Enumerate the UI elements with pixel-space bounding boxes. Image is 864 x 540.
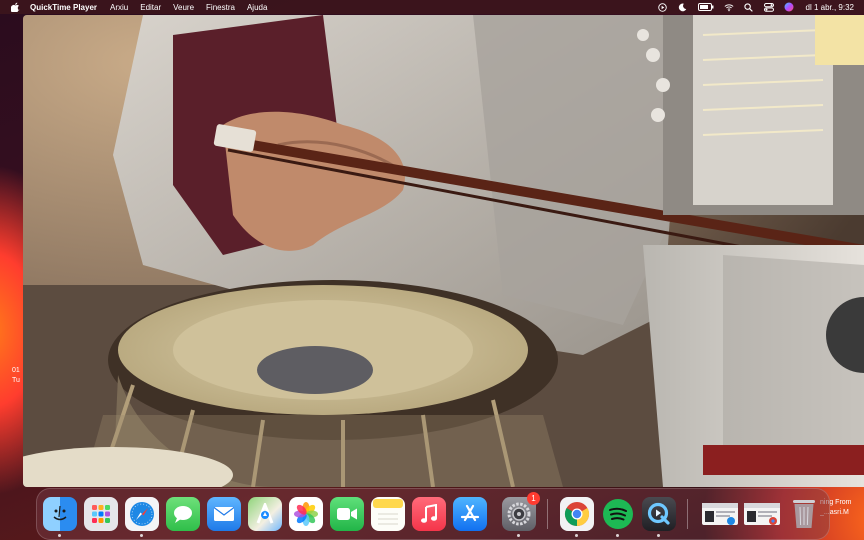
running-indicator: [657, 534, 660, 537]
minimized-window-icon: [744, 503, 780, 525]
running-indicator: [517, 534, 520, 537]
dock-mail[interactable]: [207, 497, 241, 531]
quicktime-icon: [647, 502, 670, 525]
notes-icon: [373, 499, 403, 525]
dock-facetime[interactable]: [330, 497, 364, 531]
desktop-widget-text: 01 Tu: [12, 366, 20, 386]
system-settings-icon: [507, 502, 531, 526]
finder-icon: [53, 505, 67, 521]
siri-icon[interactable]: [784, 2, 794, 12]
dock-quicktime[interactable]: [642, 497, 676, 537]
maps-icon: [256, 503, 274, 524]
safari-icon: [130, 502, 154, 526]
launchpad-icon: [92, 505, 110, 523]
dock-photos[interactable]: [289, 497, 323, 531]
dock-messages[interactable]: [166, 497, 200, 531]
dock-trash[interactable]: [787, 497, 821, 531]
dock-app-store[interactable]: [453, 497, 487, 531]
moon-icon[interactable]: [678, 2, 688, 12]
facetime-icon: [337, 508, 357, 520]
wifi-icon[interactable]: [724, 2, 734, 12]
chrome-icon: [564, 502, 590, 526]
running-indicator: [58, 534, 61, 537]
play-circle-icon[interactable]: [658, 2, 668, 12]
running-indicator: [140, 534, 143, 537]
menu-bar: QuickTime Player Arxiu Editar Veure Fine…: [0, 0, 864, 14]
dock-separator: [547, 499, 548, 529]
battery-icon[interactable]: [697, 2, 714, 12]
dock-spotify[interactable]: [601, 497, 635, 537]
dock-safari[interactable]: [125, 497, 159, 537]
dock-finder[interactable]: [43, 497, 77, 537]
dock-minimized-window-1[interactable]: [701, 497, 739, 531]
status-area: dl 1 abr., 9:32: [658, 0, 854, 14]
dock-maps[interactable]: [248, 497, 282, 531]
notification-badge: 1: [527, 492, 540, 505]
apple-menu-icon[interactable]: [10, 2, 20, 12]
trash-icon: [793, 500, 815, 528]
menu-editar[interactable]: Editar: [140, 3, 161, 12]
dock: 1: [36, 488, 830, 540]
dock-notes[interactable]: [371, 497, 405, 531]
control-center-icon[interactable]: [763, 2, 774, 12]
search-icon[interactable]: [744, 2, 754, 12]
menu-finestra[interactable]: Finestra: [206, 3, 235, 12]
dock-system-settings[interactable]: 1: [502, 492, 540, 537]
messages-icon: [174, 506, 192, 523]
dock-minimized-window-2[interactable]: [743, 497, 781, 531]
spotify-icon: [603, 499, 633, 529]
minimized-window-icon: [702, 503, 738, 525]
quicktime-video-window[interactable]: [23, 15, 864, 487]
photos-icon: [294, 502, 318, 526]
video-frame: [23, 15, 864, 487]
running-indicator: [616, 534, 619, 537]
dock-separator: [687, 499, 688, 529]
menu-veure[interactable]: Veure: [173, 3, 194, 12]
app-store-icon: [460, 504, 480, 522]
widget-line-1: 01: [12, 367, 20, 374]
menu-arxiu[interactable]: Arxiu: [110, 3, 128, 12]
menu-ajuda[interactable]: Ajuda: [247, 3, 267, 12]
dock-chrome[interactable]: [560, 497, 594, 537]
mail-icon: [213, 507, 235, 521]
menu-clock[interactable]: dl 1 abr., 9:32: [806, 3, 854, 12]
app-menu-quicktime[interactable]: QuickTime Player: [30, 3, 97, 12]
running-indicator: [575, 534, 578, 537]
music-icon: [421, 504, 437, 523]
widget-line-2: Tu: [12, 377, 20, 384]
dock-music[interactable]: [412, 497, 446, 531]
dock-launchpad[interactable]: [84, 497, 118, 531]
